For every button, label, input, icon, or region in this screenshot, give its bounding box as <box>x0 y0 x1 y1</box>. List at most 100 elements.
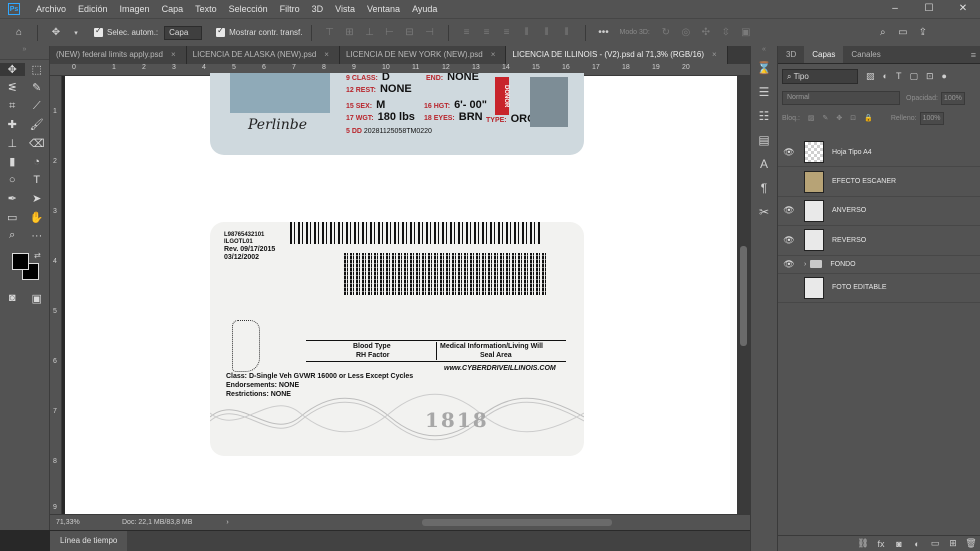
filter-toggle-icon[interactable]: ● <box>942 71 947 81</box>
eraser-icon[interactable]: ⌫ <box>25 137 50 150</box>
more-tools-icon[interactable]: ··· <box>25 230 50 242</box>
menu-3d[interactable]: 3D <box>306 0 330 18</box>
dodge-icon[interactable]: ○ <box>0 174 25 186</box>
gradient-icon[interactable]: ▮ <box>0 155 25 168</box>
home-icon[interactable]: ⌂ <box>12 26 26 40</box>
zoom-level[interactable]: 71,33% <box>50 519 86 526</box>
layer-row[interactable]: 👁 EFECTO ESCANER <box>778 167 980 197</box>
layer-row[interactable]: 👁 Hoja Tipo A4 <box>778 138 980 168</box>
swap-colors-icon[interactable]: ⇄ <box>34 251 41 260</box>
slide-3d-icon[interactable]: ⇳ <box>719 26 733 40</box>
rectangle-icon[interactable]: ▭ <box>0 211 25 224</box>
quick-mask-icon[interactable]: ◙ <box>0 292 25 304</box>
menu-ventana[interactable]: Ventana <box>361 0 406 18</box>
lock-all-icon[interactable]: 🔒 <box>864 114 873 122</box>
crop-icon[interactable]: ⌗ <box>0 100 25 113</box>
align-left-icon[interactable]: ⊢ <box>383 26 397 40</box>
adjustment-filter-icon[interactable]: ◐ <box>883 71 888 81</box>
distribute-middle-icon[interactable]: ≡ <box>480 26 494 40</box>
tab-3d[interactable]: 3D <box>778 46 804 63</box>
move-icon[interactable]: ✥ <box>0 62 25 76</box>
tab-new-york[interactable]: LICENCIA DE NEW YORK (NEW).psd × <box>339 46 507 64</box>
canvas-area[interactable]: 0 1 2 3 4 5 6 7 8 9 10 11 12 13 14 15 16… <box>50 64 750 514</box>
scale-3d-icon[interactable]: ▣ <box>739 26 753 40</box>
chevron-right-icon[interactable]: › <box>804 261 806 268</box>
clone-stamp-icon[interactable]: ⊥ <box>0 137 25 150</box>
align-right-icon[interactable]: ⊣ <box>423 26 437 40</box>
panel-grip[interactable]: » <box>0 46 49 60</box>
link-layers-icon[interactable]: ⛓ <box>854 538 872 549</box>
quick-select-icon[interactable]: ✎ <box>25 81 50 94</box>
align-top-icon[interactable]: ⊤ <box>323 26 337 40</box>
layer-row[interactable]: 👁 ANVERSO <box>778 197 980 227</box>
vertical-scrollbar[interactable] <box>737 76 750 514</box>
pen-icon[interactable]: ✒ <box>0 192 25 205</box>
tab-federal-limits[interactable]: (NEW) federal limits apply.psd × <box>50 46 187 64</box>
properties-icon[interactable]: ☷ <box>751 104 777 128</box>
menu-seleccion[interactable]: Selección <box>223 0 274 18</box>
character-icon[interactable]: A <box>751 152 777 176</box>
show-transform-option[interactable]: Mostrar contr. transf. <box>216 26 303 37</box>
tools-preset-icon[interactable]: ✂ <box>751 200 777 224</box>
foreground-color-swatch[interactable] <box>12 253 29 270</box>
menu-ayuda[interactable]: Ayuda <box>406 0 443 18</box>
menu-edicion[interactable]: Edición <box>72 0 114 18</box>
blur-icon[interactable]: ◔ <box>25 156 50 168</box>
visibility-eye-icon[interactable]: 👁 <box>778 205 800 216</box>
distribute-center-icon[interactable]: ⦀ <box>540 26 554 40</box>
add-mask-icon[interactable]: ◙ <box>890 539 908 549</box>
distribute-bottom-icon[interactable]: ≡ <box>500 26 514 40</box>
layer-group-row[interactable]: 👁 › FONDO <box>778 256 980 274</box>
trash-icon[interactable]: 🗑 <box>962 538 980 549</box>
menu-imagen[interactable]: Imagen <box>114 0 156 18</box>
lock-transparency-icon[interactable]: ▨ <box>808 114 815 122</box>
libraries-icon[interactable]: ▤ <box>751 128 777 152</box>
roll-3d-icon[interactable]: ◎ <box>679 26 693 40</box>
close-icon[interactable]: × <box>171 50 176 59</box>
screen-mode-icon[interactable]: ▣ <box>25 292 50 305</box>
rotate-3d-icon[interactable]: ↻ <box>659 26 673 40</box>
menu-archivo[interactable]: Archivo <box>30 0 72 18</box>
distribute-top-icon[interactable]: ≡ <box>460 26 474 40</box>
shape-filter-icon[interactable]: ▢ <box>909 71 918 82</box>
type-filter-icon[interactable]: T <box>896 71 902 81</box>
show-transform-checkbox[interactable] <box>216 26 226 37</box>
tab-illinois[interactable]: LICENCIA DE ILLINOIS - (V2).psd al 71,3%… <box>506 46 728 64</box>
layer-filter-dropdown[interactable]: ⌕ Tipo <box>782 68 858 84</box>
share-icon[interactable]: ⇪ <box>916 26 930 40</box>
distribute-left-icon[interactable]: ⦀ <box>520 26 534 40</box>
close-icon[interactable]: × <box>491 50 496 59</box>
menu-vista[interactable]: Vista <box>329 0 361 18</box>
close-icon[interactable]: × <box>324 50 329 59</box>
tab-layers[interactable]: Capas <box>804 46 844 63</box>
adjustment-layer-icon[interactable]: ◐ <box>908 539 926 549</box>
visibility-eye-icon[interactable]: 👁 <box>778 147 800 158</box>
horizontal-scrollbar-thumb[interactable] <box>422 519 612 526</box>
close-icon[interactable]: × <box>712 50 717 59</box>
close-window-icon[interactable]: ✕ <box>946 0 980 18</box>
blend-mode-dropdown[interactable]: Normal <box>782 91 900 105</box>
distribute-right-icon[interactable]: ⦀ <box>560 26 574 40</box>
search-icon[interactable]: ⌕ <box>876 26 890 40</box>
history-icon[interactable]: ⌛ <box>751 56 777 80</box>
align-bottom-icon[interactable]: ⊥ <box>363 26 377 40</box>
visibility-eye-icon[interactable]: 👁 <box>778 176 800 187</box>
chevron-down-icon[interactable]: ▾ <box>69 26 83 40</box>
tab-timeline[interactable]: Línea de tiempo <box>50 531 128 551</box>
panel-grip[interactable]: « <box>751 46 777 56</box>
paragraph-icon[interactable]: ¶ <box>751 176 777 200</box>
lasso-icon[interactable]: ᓬ <box>0 81 25 94</box>
pixel-filter-icon[interactable]: ▨ <box>866 71 875 82</box>
visibility-eye-icon[interactable]: 👁 <box>778 282 800 293</box>
align-center-icon[interactable]: ⊟ <box>403 26 417 40</box>
visibility-eye-icon[interactable]: 👁 <box>778 259 800 270</box>
lock-position-icon[interactable]: ✥ <box>836 114 842 122</box>
ruler-vertical[interactable]: 1 2 3 4 5 6 7 8 9 <box>50 76 62 514</box>
menu-capa[interactable]: Capa <box>156 0 190 18</box>
layer-row[interactable]: 👁 FOTO EDITABLE <box>778 274 980 303</box>
hand-icon[interactable]: ✋ <box>25 211 50 224</box>
maximize-icon[interactable]: ☐ <box>912 0 946 18</box>
path-select-icon[interactable]: ➤ <box>25 192 50 205</box>
pan-3d-icon[interactable]: ✣ <box>699 26 713 40</box>
scrollbar-thumb[interactable] <box>740 246 747 346</box>
